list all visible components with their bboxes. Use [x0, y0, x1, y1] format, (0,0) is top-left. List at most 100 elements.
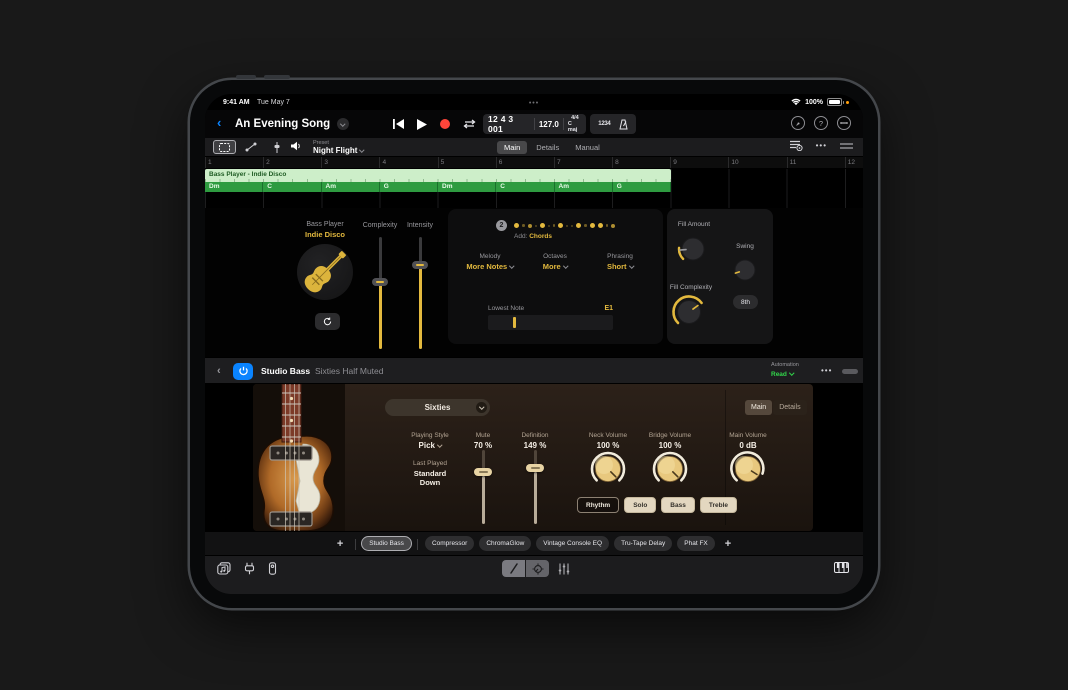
help-icon[interactable]: ?: [814, 116, 828, 130]
minimize-icon[interactable]: [837, 116, 851, 130]
fill-amount-label: Fill Amount: [669, 221, 719, 228]
neck-volume-knob[interactable]: [588, 449, 628, 489]
record-button[interactable]: [440, 119, 450, 129]
pattern-dot: [576, 223, 581, 228]
editors-button[interactable]: [502, 560, 525, 577]
speaker-icon[interactable]: [291, 141, 301, 151]
chord-cell[interactable]: Am: [555, 182, 613, 192]
pattern-dot: [598, 223, 603, 228]
mute-slider[interactable]: [482, 450, 485, 524]
resize-handle-icon[interactable]: [840, 143, 853, 149]
tone-button[interactable]: Treble: [700, 497, 737, 513]
plugin-chain-item[interactable]: Studio Bass: [361, 536, 412, 551]
back-button[interactable]: ‹: [217, 115, 221, 130]
bass-guitar-image: [253, 384, 345, 531]
chord-cell[interactable]: Dm: [205, 182, 263, 192]
player-parameter[interactable]: Melody More Notes: [458, 253, 522, 271]
count-in-button[interactable]: 1234: [598, 121, 610, 127]
plugin-more-options-icon[interactable]: •••: [821, 366, 832, 375]
chord-cell[interactable]: Am: [322, 182, 380, 192]
plugin-chain-item[interactable]: Phat FX: [677, 536, 714, 551]
plugin-chain-item[interactable]: Vintage Console EQ: [536, 536, 609, 551]
add-plugin-button-left[interactable]: +: [333, 538, 347, 550]
definition-slider-handle[interactable]: [526, 464, 544, 472]
multitasking-dots-icon[interactable]: •••: [205, 100, 863, 107]
preset-selector[interactable]: Preset Night Flight: [313, 139, 364, 155]
chord-cell[interactable]: Dm: [438, 182, 496, 192]
pattern-dot: [558, 223, 563, 228]
tone-button[interactable]: Solo: [624, 497, 656, 513]
intensity-slider-handle[interactable]: [412, 261, 428, 269]
chord-cell[interactable]: C: [496, 182, 554, 192]
studio-bass-plugin: Sixties MainDetails Playing Style Pick L…: [253, 384, 813, 531]
mute-slider-handle[interactable]: [474, 468, 492, 476]
plugin-panel-resize-handle[interactable]: [842, 369, 858, 374]
bass-player-region[interactable]: Bass Player - Indie Disco: [205, 169, 671, 182]
bar-ruler[interactable]: 123456789101112: [205, 157, 863, 169]
track-lane[interactable]: Bass Player - Indie Disco DmCAmGDmCAmG: [205, 169, 863, 208]
plugins-button[interactable]: [526, 560, 549, 577]
automation-tool-button[interactable]: [239, 140, 262, 154]
fill-amount-knob[interactable]: [675, 231, 711, 267]
plugin-chain-item[interactable]: Compressor: [425, 536, 474, 551]
fill-complexity-knob[interactable]: [670, 293, 708, 331]
volume-up-button: [236, 75, 256, 79]
plugin-preset-selector[interactable]: Sixties: [385, 399, 490, 416]
pattern-dot: [528, 224, 532, 228]
regenerate-button[interactable]: [315, 313, 340, 330]
plugin-connector-icon[interactable]: [244, 562, 255, 575]
lowest-note-slider[interactable]: [488, 315, 613, 330]
plugin-tab[interactable]: Main: [745, 400, 772, 415]
chord-cell[interactable]: C: [263, 182, 321, 192]
swing-knob[interactable]: [730, 255, 760, 285]
tone-buttons: Rhythm Solo Bass Treble: [577, 497, 737, 513]
tone-button[interactable]: Rhythm: [577, 497, 619, 513]
marquee-tool-button[interactable]: [213, 140, 236, 154]
add-chords-control[interactable]: Add: Chords: [514, 233, 552, 240]
plugin-tab[interactable]: Details: [773, 400, 806, 415]
fader-tool-button[interactable]: [265, 140, 288, 154]
main-volume-knob[interactable]: [728, 449, 768, 489]
project-title[interactable]: An Evening Song: [235, 118, 330, 130]
lowest-note-slider-handle[interactable]: [513, 317, 516, 328]
lcd-key-signature[interactable]: 4/4 C maj: [564, 115, 586, 133]
audio-jack-icon[interactable]: [268, 562, 277, 575]
bar-count-badge[interactable]: 2: [496, 220, 507, 231]
chord-cell[interactable]: G: [380, 182, 438, 192]
lcd-position[interactable]: 12 4 3 001: [483, 114, 534, 134]
go-to-beginning-button[interactable]: [393, 119, 404, 129]
keyboard-button[interactable]: [834, 562, 849, 573]
plugin-back-button[interactable]: ‹: [217, 365, 221, 377]
player-preset-label[interactable]: Indie Disco: [275, 230, 375, 239]
pattern-dot: [514, 223, 519, 228]
lcd-tempo[interactable]: 127.0: [535, 120, 563, 129]
view-tab[interactable]: Details: [529, 141, 566, 154]
complexity-slider-handle[interactable]: [372, 278, 388, 286]
cycle-button[interactable]: [463, 119, 476, 129]
loop-browser-icon[interactable]: [217, 562, 231, 575]
tone-button[interactable]: Bass: [661, 497, 695, 513]
definition-slider[interactable]: [534, 450, 537, 524]
more-options-icon[interactable]: •••: [816, 141, 827, 150]
settings-dial-icon[interactable]: [791, 116, 805, 130]
play-button[interactable]: [417, 119, 427, 130]
add-plugin-button-right[interactable]: +: [721, 538, 735, 550]
player-parameter[interactable]: Phrasing Short: [588, 253, 652, 271]
plugin-chain-item[interactable]: ChromaGlow: [479, 536, 531, 551]
automation-mode-control[interactable]: Automation Read: [771, 361, 799, 379]
lcd-display[interactable]: 12 4 3 001 127.0 4/4 C maj: [483, 114, 586, 134]
track-power-button[interactable]: [233, 363, 253, 380]
bottom-dock: [205, 555, 863, 594]
track-display-settings-icon[interactable]: [790, 140, 803, 151]
view-tab[interactable]: Manual: [568, 141, 607, 154]
metronome-icon[interactable]: [619, 119, 628, 130]
chord-cell[interactable]: G: [613, 182, 671, 192]
intensity-slider[interactable]: Intensity: [390, 222, 450, 229]
project-menu-button[interactable]: [337, 118, 349, 130]
view-tab[interactable]: Main: [497, 141, 527, 154]
fill-rate-button[interactable]: 8th: [733, 295, 758, 309]
bridge-volume-knob[interactable]: [650, 449, 690, 489]
plugin-chain-item[interactable]: Tru-Tape Delay: [614, 536, 672, 551]
player-parameter[interactable]: Octaves More: [523, 253, 587, 271]
mixer-button[interactable]: [558, 563, 570, 575]
